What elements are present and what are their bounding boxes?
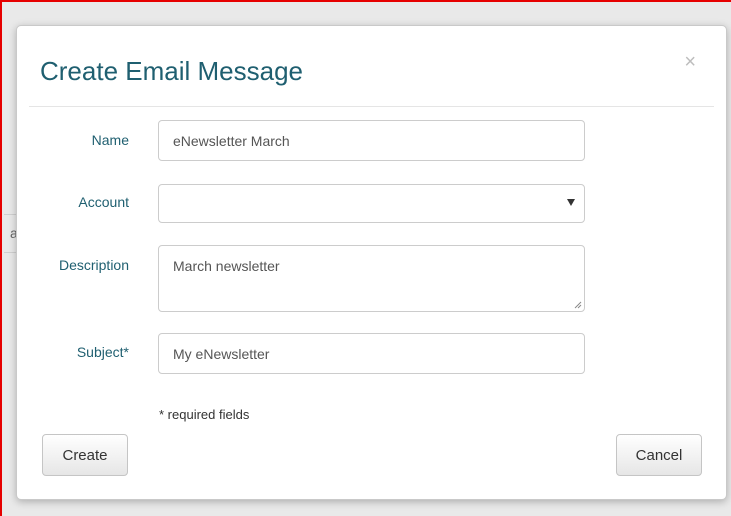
- name-input[interactable]: [158, 120, 585, 161]
- description-label: Description: [58, 257, 129, 273]
- account-select[interactable]: [158, 184, 585, 223]
- dropdown-arrow-icon: [567, 199, 575, 206]
- resize-handle-icon[interactable]: [574, 301, 582, 309]
- description-value: March newsletter: [173, 258, 280, 274]
- dialog-title: Create Email Message: [40, 56, 303, 86]
- subject-input[interactable]: [158, 333, 585, 374]
- cancel-button[interactable]: Cancel: [616, 434, 702, 476]
- account-label: Account: [78, 194, 129, 210]
- subject-label: Subject*: [76, 344, 129, 360]
- required-fields-note: * required fields: [159, 407, 250, 422]
- description-textarea[interactable]: March newsletter: [158, 245, 585, 312]
- create-email-dialog: Create Email Message × Name Account Desc…: [16, 25, 727, 500]
- create-button[interactable]: Create: [42, 434, 128, 476]
- name-label: Name: [91, 132, 129, 148]
- header-divider: [29, 106, 714, 107]
- close-icon[interactable]: ×: [684, 52, 696, 72]
